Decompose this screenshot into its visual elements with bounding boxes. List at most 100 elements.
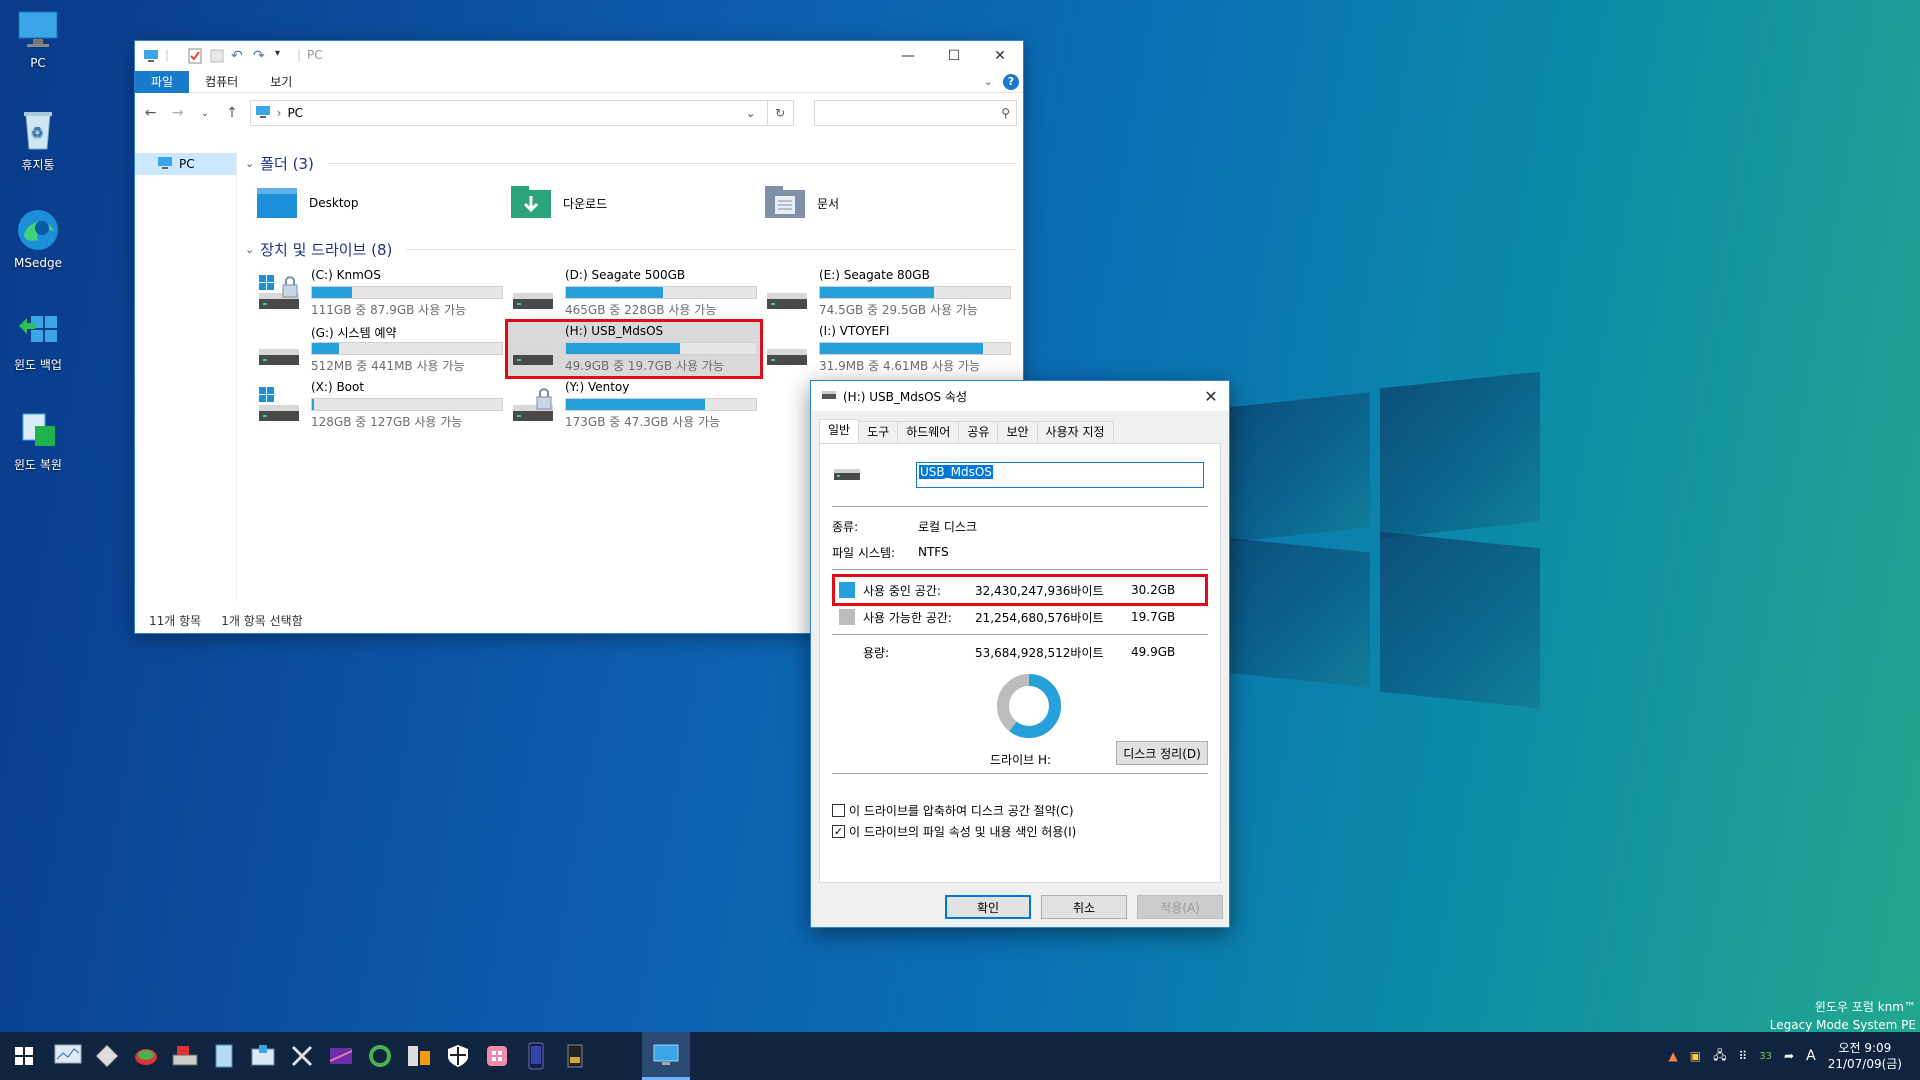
hard-drive-icon — [511, 385, 557, 425]
nav-item-pc[interactable]: PC — [135, 153, 236, 175]
general-tab-panel: USB_MdsOS 종류: 로컬 디스크 파일 시스템: NTFS 사용 중인 … — [819, 443, 1221, 883]
taskbar-network-app[interactable] — [399, 1032, 438, 1080]
ok-button[interactable]: 확인 — [945, 895, 1031, 919]
undo-icon[interactable]: ↶ — [231, 48, 247, 64]
drive-free-space: 512MB 중 441MB 사용 가능 — [311, 359, 465, 373]
share-icon[interactable]: ➦ — [1784, 1049, 1794, 1063]
tab-view[interactable]: 보기 — [254, 71, 308, 93]
help-icon[interactable]: ? — [1003, 73, 1019, 90]
close-button[interactable]: ✕ — [977, 41, 1023, 71]
tab-computer[interactable]: 컴퓨터 — [189, 71, 254, 93]
tab-sharing[interactable]: 공유 — [958, 421, 999, 443]
taskbar-sync-app[interactable] — [360, 1032, 399, 1080]
tab-general[interactable]: 일반 — [819, 419, 860, 443]
taskbar-media-app[interactable] — [321, 1032, 360, 1080]
new-folder-icon[interactable] — [209, 48, 225, 64]
drive-item[interactable]: (G:) 시스템 예약 512MB 중 441MB 사용 가능 — [253, 321, 507, 377]
apply-button[interactable]: 적용(A) — [1137, 895, 1223, 919]
tray-device-icon[interactable]: ▣ — [1690, 1049, 1701, 1063]
cancel-button[interactable]: 취소 — [1041, 895, 1127, 919]
desktop-icon-pc[interactable]: PC — [4, 8, 72, 70]
windows-drive-icon — [257, 385, 303, 425]
customize-toolbar-icon[interactable]: ▾ — [275, 48, 291, 64]
drive-usage-bar — [311, 286, 503, 299]
drive-item[interactable]: (H:) USB_MdsOS 49.9GB 중 19.7GB 사용 가능 — [505, 319, 763, 379]
drive-usage-bar — [565, 398, 757, 411]
folder-documents[interactable]: 문서 — [763, 184, 1017, 223]
drive-large-icon — [832, 466, 916, 485]
folder-desktop[interactable]: Desktop — [255, 184, 509, 223]
tray-warning-icon[interactable]: ▲ — [1669, 1049, 1678, 1063]
drives-group-header[interactable]: ⌄ 장치 및 드라이브 (8) — [245, 237, 1017, 261]
tab-hardware[interactable]: 하드웨어 — [897, 421, 960, 443]
taskbar-explorer-pc[interactable] — [642, 1032, 690, 1080]
taskbar-partition-tool[interactable] — [126, 1032, 165, 1080]
drive-name: (D:) Seagate 500GB — [565, 268, 686, 282]
tab-security[interactable]: 보안 — [997, 421, 1038, 443]
clock[interactable]: 오전 9:09 21/07/09(금) — [1828, 1040, 1902, 1072]
drive-item[interactable]: (I:) VTOYEFI 31.9MB 중 4.61MB 사용 가능 — [761, 321, 1015, 377]
index-checkbox[interactable]: ✓ — [832, 824, 845, 838]
tab-customize[interactable]: 사용자 지정 — [1036, 421, 1114, 443]
quick-access-toolbar: | ↶ ↷ ▾ | PC — [143, 48, 323, 64]
used-label: 사용 중인 공간: — [863, 583, 941, 598]
desktop-watermark: 윈도우 포럼 knm™ Legacy Mode System PE — [1769, 1000, 1916, 1032]
start-button[interactable] — [0, 1032, 48, 1080]
folder-downloads[interactable]: 다운로드 — [509, 184, 763, 223]
desktop-icon-recycle-bin[interactable]: ♻ 휴지통 — [4, 108, 72, 173]
compress-checkbox[interactable] — [832, 803, 845, 817]
expand-ribbon-icon[interactable]: ⌄ — [984, 75, 993, 88]
taskbar-document-tool[interactable] — [204, 1032, 243, 1080]
back-button[interactable]: ← — [141, 105, 160, 121]
taskbar-install-tool[interactable] — [243, 1032, 282, 1080]
taskbar-sd-app[interactable] — [555, 1032, 594, 1080]
up-button[interactable]: ↑ — [222, 105, 241, 121]
free-color-swatch — [839, 609, 855, 625]
disk-tool-icon — [94, 1044, 119, 1068]
drive-item[interactable]: (C:) KnmOS 111GB 중 87.9GB 사용 가능 — [253, 265, 507, 321]
tab-tools[interactable]: 도구 — [858, 421, 899, 443]
store-icon — [486, 1046, 507, 1066]
window-title: PC — [307, 48, 323, 62]
drive-usage-fill — [566, 343, 680, 354]
taskbar-drive-tool[interactable] — [165, 1032, 204, 1080]
desktop-icon-restore[interactable]: 윈도 복원 — [4, 408, 72, 473]
address-dropdown-icon[interactable]: ⌄ — [741, 106, 761, 120]
drive-item[interactable]: (X:) Boot 128GB 중 127GB 사용 가능 — [253, 377, 507, 433]
taskbar-disk-tool[interactable] — [87, 1032, 126, 1080]
drive-item[interactable]: (E:) Seagate 80GB 74.5GB 중 29.5GB 사용 가능 — [761, 265, 1015, 321]
forward-button[interactable]: → — [168, 105, 187, 121]
backup-icon — [16, 308, 60, 352]
recent-locations-icon[interactable]: ⌄ — [195, 108, 214, 119]
taskbar-phone-app[interactable] — [516, 1032, 555, 1080]
ime-indicator[interactable]: A — [1806, 1048, 1816, 1064]
type-label: 종류: — [832, 519, 859, 534]
taskbar-tools[interactable] — [282, 1032, 321, 1080]
desktop-icon-msedge[interactable]: MSedge — [4, 208, 72, 270]
properties-icon[interactable] — [187, 48, 203, 64]
maximize-button[interactable]: ☐ — [931, 41, 977, 71]
drive-name-input[interactable]: USB_MdsOS — [916, 462, 1204, 488]
network-icon[interactable]: 🖧 — [1713, 1046, 1726, 1067]
drive-item[interactable]: (D:) Seagate 500GB 465GB 중 228GB 사용 가능 — [507, 265, 761, 321]
drive-name: (X:) Boot — [311, 380, 365, 394]
tray-badge[interactable]: 33 — [1759, 1051, 1772, 1062]
desktop-icon-backup[interactable]: 윈도 백업 — [4, 308, 72, 373]
search-input[interactable]: ⚲ — [813, 100, 1017, 126]
disk-cleanup-button[interactable]: 디스크 정리(D) — [1116, 741, 1208, 765]
dialog-close-button[interactable]: ✕ — [1193, 387, 1229, 406]
taskbar-store-app[interactable] — [477, 1032, 516, 1080]
drive-item[interactable]: (Y:) Ventoy 173GB 중 47.3GB 사용 가능 — [507, 377, 761, 433]
minimize-button[interactable]: — — [885, 41, 931, 71]
drive-usage-fill — [566, 399, 705, 410]
taskbar-monitor-app[interactable] — [48, 1032, 87, 1080]
taskbar-security-app[interactable] — [438, 1032, 477, 1080]
tray-apps-icon[interactable]: ⠿ — [1739, 1049, 1748, 1063]
folders-group-header[interactable]: ⌄ 폴더 (3) — [245, 151, 1017, 175]
refresh-icon[interactable]: ↻ — [766, 101, 793, 125]
address-bar[interactable]: › PC ⌄ ↻ — [249, 100, 794, 126]
drive-name: (I:) VTOYEFI — [819, 324, 890, 338]
redo-icon[interactable]: ↷ — [253, 48, 269, 64]
network-icon — [407, 1046, 430, 1066]
tab-file[interactable]: 파일 — [135, 70, 190, 93]
